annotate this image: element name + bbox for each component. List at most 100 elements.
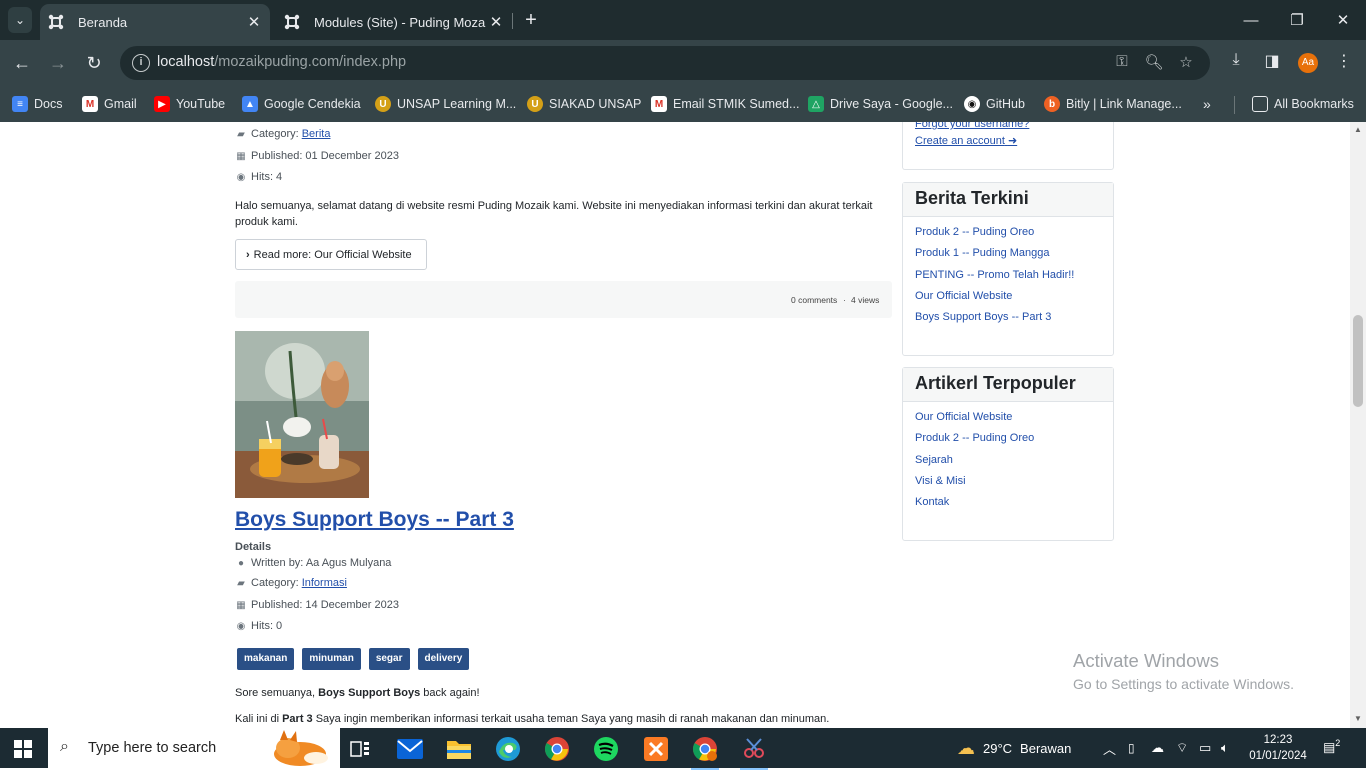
populer-item[interactable]: Sejarah (915, 454, 1113, 475)
folder-open-icon: ▰ (237, 577, 245, 589)
bookmark-siakad-unsap[interactable]: U SIAKAD UNSAP (527, 92, 641, 116)
bookmark-drive[interactable]: △ Drive Saya - Google... (808, 92, 953, 116)
tag-segar[interactable]: segar (368, 648, 410, 670)
bookmark-email-stmik[interactable]: M Email STMIK Sumed... (651, 92, 799, 116)
article2-published: ▦ Published: 14 December 2023 (236, 599, 399, 611)
side-panel-icon[interactable]: ◨ (1260, 51, 1284, 75)
menu-icon[interactable]: ⋮ (1332, 51, 1356, 75)
category-link[interactable]: Berita (302, 128, 331, 140)
notification-center-icon[interactable]: ▤2 (1323, 738, 1345, 758)
forgot-username-link[interactable]: Forgot your username? (915, 122, 1029, 130)
tag-minuman[interactable]: minuman (302, 648, 361, 670)
gmail-icon: M (651, 96, 667, 112)
forward-button[interactable]: → (45, 50, 71, 76)
site-info-icon[interactable]: i (132, 54, 150, 72)
more-bookmarks-icon[interactable]: » (1203, 96, 1211, 112)
tab-title: Beranda (78, 14, 128, 30)
edge-icon[interactable] (488, 734, 528, 764)
article2-paragraph-1: Sore semuanya, Boys Support Boys back ag… (235, 687, 480, 699)
show-hidden-icons-chevron-icon[interactable]: ︿ (1103, 728, 1116, 768)
bookmark-youtube[interactable]: ▶ YouTube (154, 92, 225, 116)
url-text[interactable]: localhost/mozaikpuding.com/index.php (157, 54, 406, 70)
page-viewport: ▰ Category: Berita ▦ Published: 01 Decem… (0, 122, 1350, 728)
article2-title-link[interactable]: Boys Support Boys -- Part 3 (235, 508, 514, 532)
onedrive-cloud-icon[interactable]: ☁ (1151, 728, 1164, 768)
berita-item[interactable]: Produk 1 -- Puding Mangga (915, 247, 1113, 268)
article2-paragraph-2: Kali ini di Part 3 Saya ingin memberikan… (235, 713, 830, 725)
bookmark-docs[interactable]: ≡ Docs (12, 92, 62, 116)
berita-item[interactable]: Boys Support Boys -- Part 3 (915, 311, 1113, 332)
berita-item[interactable]: Produk 2 -- Puding Oreo (915, 226, 1113, 247)
close-tab-icon[interactable]: ✕ (244, 13, 264, 31)
tab-modules[interactable]: Modules (Site) - Puding Mozaik ✕ (276, 4, 512, 40)
bookmark-unsap-learning[interactable]: U UNSAP Learning M... (375, 92, 516, 116)
address-bar[interactable]: i localhost/mozaikpuding.com/index.php ⚿… (120, 46, 1210, 80)
profile-avatar[interactable]: Aa (1298, 53, 1318, 73)
snipping-tool-icon[interactable] (734, 734, 774, 770)
restore-button[interactable]: ❐ (1274, 0, 1320, 40)
task-view-icon[interactable] (340, 734, 380, 764)
tag-delivery[interactable]: delivery (417, 648, 470, 670)
article1-intro: Halo semuanya, selamat datang di website… (235, 200, 873, 228)
scroll-down-icon[interactable]: ▼ (1354, 714, 1362, 723)
search-highlight-fox-icon (274, 730, 328, 766)
all-bookmarks-button[interactable]: All Bookmarks (1252, 92, 1354, 116)
windows-start-icon[interactable] (14, 740, 32, 758)
login-module-tail: Forgot your username? Create an account … (902, 122, 1114, 170)
berita-list: Produk 2 -- Puding Oreo Produk 1 -- Pudi… (903, 217, 1113, 332)
unsap-logo-icon: U (375, 96, 391, 112)
populer-item[interactable]: Produk 2 -- Puding Oreo (915, 432, 1113, 453)
back-button[interactable]: ← (9, 50, 35, 76)
berita-item[interactable]: PENTING -- Promo Telah Hadir!! (915, 269, 1113, 290)
category-link[interactable]: Informasi (302, 577, 347, 589)
new-tab-button[interactable]: + (520, 9, 542, 31)
xampp-icon[interactable] (636, 734, 676, 764)
page-scrollbar[interactable]: ▲ ▼ (1350, 122, 1366, 728)
mail-icon[interactable] (390, 734, 430, 764)
populer-item[interactable]: Visi & Misi (915, 475, 1113, 496)
device-icon[interactable]: ▯ (1128, 728, 1135, 768)
tag-makanan[interactable]: makanan (237, 648, 295, 670)
close-tab-icon[interactable]: ✕ (486, 13, 506, 31)
drive-icon: △ (808, 96, 824, 112)
tab-strip: ⌄ Beranda ✕ Modules (Site) - Puding Moza… (0, 0, 1366, 40)
weather-widget[interactable]: ☁ 29°C Berawan (957, 728, 1071, 768)
read-more-button[interactable]: › Read more: Our Official Website (235, 239, 427, 270)
article2-image[interactable] (235, 331, 369, 498)
eye-icon: ◉ (236, 620, 246, 632)
populer-item[interactable]: Kontak (915, 496, 1113, 517)
zoom-icon[interactable]: 🔍︎ (1144, 53, 1164, 73)
reload-button[interactable]: ↻ (81, 50, 107, 76)
joomla-favicon-icon (48, 14, 64, 30)
cloudy-weather-icon: ☁ (957, 737, 975, 758)
populer-list: Our Official Website Produk 2 -- Puding … (903, 402, 1113, 517)
download-icon[interactable]: ⤓ (1224, 51, 1248, 75)
tab-search-button[interactable]: ⌄ (8, 7, 32, 33)
bookmark-gmail[interactable]: M Gmail (82, 92, 137, 116)
minimize-button[interactable]: — (1228, 0, 1274, 40)
berita-item[interactable]: Our Official Website (915, 290, 1113, 311)
create-account-link[interactable]: Create an account ➜ (915, 134, 1017, 147)
volume-icon[interactable]: 🔈︎ (1221, 728, 1229, 768)
scroll-up-icon[interactable]: ▲ (1354, 125, 1362, 134)
taskbar-search-box[interactable]: ⌕ Type here to search (48, 728, 340, 768)
password-key-icon[interactable]: ⚿ (1112, 53, 1132, 73)
wifi-icon[interactable]: ⌔ (1176, 728, 1188, 768)
gmail-icon: M (82, 96, 98, 112)
battery-icon[interactable]: ▭ (1199, 728, 1211, 768)
chrome-icon[interactable] (537, 734, 577, 764)
spotify-icon[interactable] (586, 734, 626, 764)
populer-item[interactable]: Our Official Website (915, 411, 1113, 432)
bookmark-google-cendekia[interactable]: ▲ Google Cendekia (242, 92, 361, 116)
chrome-profile-icon[interactable] (685, 734, 725, 770)
taskbar-clock[interactable]: 12:23 01/01/2024 (1247, 732, 1309, 764)
tab-beranda[interactable]: Beranda ✕ (40, 4, 270, 40)
article1-hits: ◉ Hits: 4 (236, 171, 283, 183)
bookmark-github[interactable]: ◉ GitHub (964, 92, 1025, 116)
bookmark-bitly[interactable]: b Bitly | Link Manage... (1044, 92, 1182, 116)
file-explorer-icon[interactable] (439, 734, 479, 764)
comments-count[interactable]: 0 comments (791, 295, 837, 305)
scrollbar-thumb[interactable] (1353, 315, 1363, 407)
bookmark-star-icon[interactable]: ☆ (1176, 53, 1196, 73)
window-close-button[interactable]: ✕ (1320, 0, 1366, 40)
